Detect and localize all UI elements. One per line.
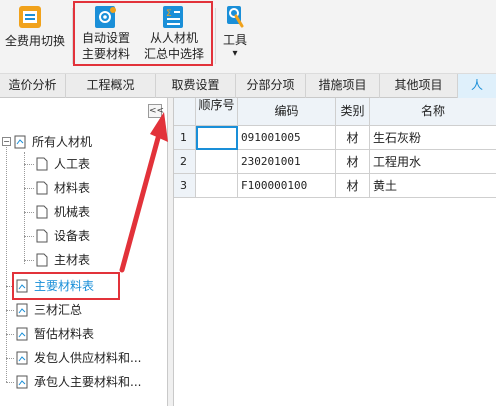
full-use-switch-button[interactable]: 全费用切换 xyxy=(0,0,70,74)
tree-node-label: 人工表 xyxy=(54,157,91,171)
material-table: 顺序号 编码 类别 名称 1 091001005 材 生石灰粉 2 230201… xyxy=(174,98,496,406)
column-header-name[interactable]: 名称 xyxy=(370,98,496,126)
collapse-panel-button[interactable]: << xyxy=(148,104,164,118)
row-number[interactable]: 1 xyxy=(174,126,196,150)
tree-guide-line xyxy=(6,382,14,383)
name-cell[interactable]: 生石灰粉 xyxy=(370,126,496,150)
code-cell[interactable]: F100000100 xyxy=(238,174,336,198)
tree-node-machine-table[interactable]: 机械表 xyxy=(36,202,156,222)
switch-icon xyxy=(16,4,44,30)
wrench-icon xyxy=(223,4,247,30)
name-cell[interactable]: 工程用水 xyxy=(370,150,496,174)
chart-document-icon xyxy=(16,351,28,365)
chart-document-icon xyxy=(16,303,28,317)
category-cell[interactable]: 材 xyxy=(336,150,370,174)
tree-node-label: 材料表 xyxy=(54,181,91,195)
material-tree-panel: << − 所有人材机 人工表 材料表 机械表 设备表 主材表 主要材料表 三材汇… xyxy=(0,98,168,406)
sequence-cell[interactable] xyxy=(196,150,238,174)
column-header-code[interactable]: 编码 xyxy=(238,98,336,126)
tab-fee-settings[interactable]: 取费设置 xyxy=(156,74,236,98)
tree-guide-line xyxy=(24,164,34,165)
tree-guide-line xyxy=(6,334,14,335)
tree-node-three-materials-summary[interactable]: 三材汇总 xyxy=(16,300,156,320)
chart-document-icon xyxy=(16,375,28,389)
ribbon-highlight-box xyxy=(73,1,213,66)
sidebar-highlight-box xyxy=(12,272,120,300)
document-icon xyxy=(36,181,48,195)
tab-other-items[interactable]: 其他项目 xyxy=(380,74,458,98)
code-cell[interactable]: 230201001 xyxy=(238,150,336,174)
code-cell[interactable]: 091001005 xyxy=(238,126,336,150)
table-corner-cell[interactable] xyxy=(174,98,196,126)
tab-labor-material-machine[interactable]: 人 xyxy=(458,74,496,98)
category-cell[interactable]: 材 xyxy=(336,126,370,150)
tree-node-label: 承包人主要材料和... xyxy=(34,375,142,389)
row-number[interactable]: 3 xyxy=(174,174,196,198)
tree-node-material-table[interactable]: 材料表 xyxy=(36,178,156,198)
document-icon xyxy=(36,157,48,171)
tab-project-overview[interactable]: 工程概况 xyxy=(66,74,156,98)
tree-node-label: 暂估材料表 xyxy=(34,327,95,341)
document-icon xyxy=(36,253,48,267)
column-header-sequence[interactable]: 顺序号 xyxy=(196,98,238,126)
tree-guide-line xyxy=(6,142,7,382)
tree-collapse-toggle[interactable]: − xyxy=(2,137,11,146)
tree-guide-line xyxy=(6,310,14,311)
tree-node-label: 所有人材机 xyxy=(32,135,93,149)
tab-bar: 造价分析 工程概况 取费设置 分部分项 措施项目 其他项目 人 xyxy=(0,74,496,98)
sequence-cell[interactable] xyxy=(196,174,238,198)
name-cell[interactable]: 黄土 xyxy=(370,174,496,198)
tab-cost-analysis[interactable]: 造价分析 xyxy=(0,74,66,98)
tree-node-label: 发包人供应材料和... xyxy=(34,351,142,365)
tree-node-labor-table[interactable]: 人工表 xyxy=(36,154,156,174)
row-number[interactable]: 2 xyxy=(174,150,196,174)
category-cell[interactable]: 材 xyxy=(336,174,370,198)
folder-icon xyxy=(14,135,26,149)
tree-node-equipment-table[interactable]: 设备表 xyxy=(36,226,156,246)
tree-node-label: 设备表 xyxy=(54,229,91,243)
tab-sub-items[interactable]: 分部分项 xyxy=(236,74,306,98)
column-header-category[interactable]: 类别 xyxy=(336,98,370,126)
tree-guide-line xyxy=(24,260,34,261)
tools-button[interactable]: 工具 ▾ xyxy=(218,0,252,74)
tree-guide-line xyxy=(24,152,25,264)
document-icon xyxy=(36,229,48,243)
tools-dropdown-icon[interactable]: ▾ xyxy=(218,46,252,62)
ribbon-separator xyxy=(215,8,216,64)
tree-node-main-material-table[interactable]: 主材表 xyxy=(36,250,156,270)
tree-guide-line xyxy=(24,212,34,213)
ribbon-toolbar: 全费用切换 自动设置 主要材料 Σ 从人材机 汇总中选择 工具 ▾ xyxy=(0,0,496,74)
full-use-switch-label: 全费用切换 xyxy=(4,34,65,48)
tree-node-label: 主材表 xyxy=(54,253,91,267)
tree-node-estimated-materials[interactable]: 暂估材料表 xyxy=(16,324,156,344)
tree-node-label: 三材汇总 xyxy=(34,303,83,317)
tree-guide-line xyxy=(6,358,14,359)
tree-node-employer-supplied-materials[interactable]: 发包人供应材料和... xyxy=(16,348,166,368)
tree-node-all-materials[interactable]: 所有人材机 xyxy=(14,132,164,152)
tree-node-label: 机械表 xyxy=(54,205,91,219)
document-icon xyxy=(36,205,48,219)
tree-guide-line xyxy=(24,236,34,237)
chart-document-icon xyxy=(16,327,28,341)
tree-guide-line xyxy=(24,188,34,189)
tab-measure-items[interactable]: 措施项目 xyxy=(306,74,380,98)
sequence-cell[interactable] xyxy=(196,126,238,150)
tree-node-contractor-main-materials[interactable]: 承包人主要材料和... xyxy=(16,372,166,392)
